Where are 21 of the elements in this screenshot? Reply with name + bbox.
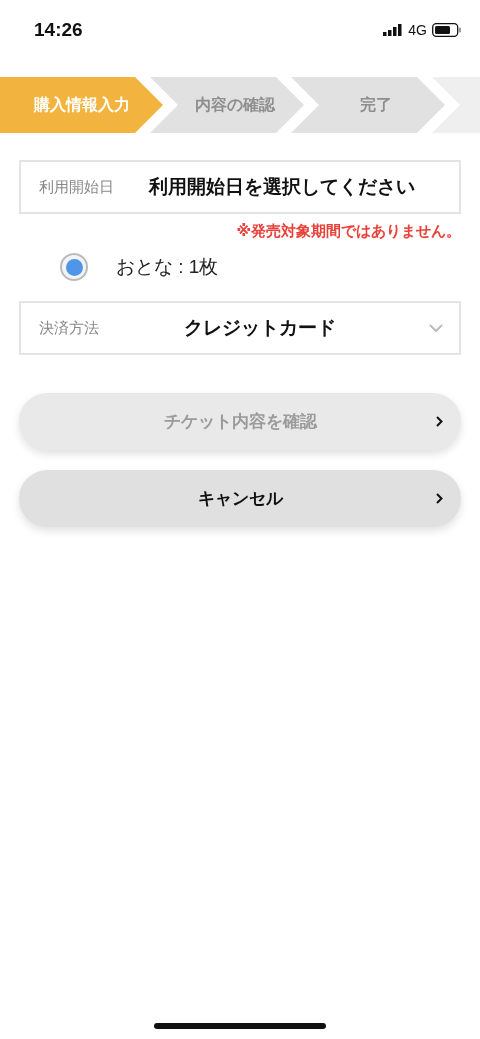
progress-step: 内容の確認	[150, 77, 304, 133]
payment-select[interactable]: 決済方法 クレジットカード	[19, 301, 461, 355]
battery-icon	[432, 23, 462, 37]
select-value: クレジットカード	[184, 316, 336, 340]
field-label: 利用開始日	[39, 177, 115, 197]
error-message: ※発売対象期間ではありません。	[236, 222, 461, 241]
progress-step-tail	[432, 77, 480, 133]
status-time: 14:26	[34, 19, 83, 41]
chevron-down-icon	[429, 323, 443, 333]
network-type: 4G	[408, 22, 427, 38]
radio-button[interactable]	[60, 253, 88, 281]
field-label: 決済方法	[39, 318, 100, 338]
chevron-right-icon	[436, 416, 443, 427]
ticket-label: おとな : 1枚	[116, 255, 219, 279]
progress-step: 完了	[291, 77, 445, 133]
field-placeholder: 利用開始日を選択してください	[149, 175, 415, 199]
progress-step: 購入情報入力	[0, 77, 163, 133]
signal-icon	[383, 24, 404, 36]
action-button[interactable]: キャンセル	[19, 470, 461, 527]
date-field[interactable]: 利用開始日 利用開始日を選択してください	[19, 160, 461, 214]
chevron-right-icon	[436, 493, 443, 504]
